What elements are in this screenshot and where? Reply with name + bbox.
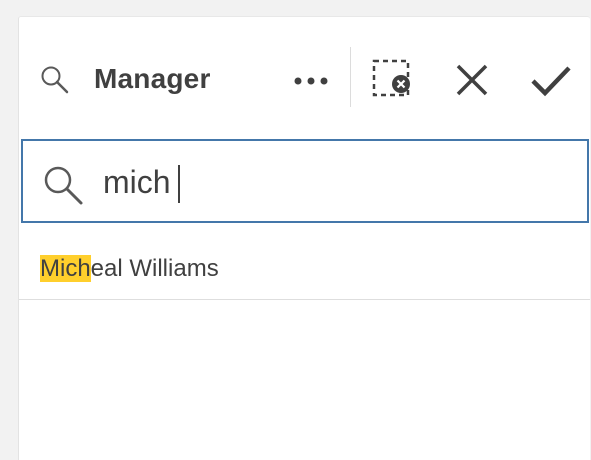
- search-icon[interactable]: [39, 64, 71, 96]
- more-options-button[interactable]: [289, 65, 333, 97]
- list-item-label: Micheal Williams: [40, 253, 219, 285]
- confirm-selection-button[interactable]: [527, 59, 575, 101]
- cancel-selection-button[interactable]: [451, 59, 493, 101]
- text-caret: [178, 165, 180, 203]
- more-horizontal-icon: [294, 77, 328, 85]
- listbox-header: Manager: [19, 17, 590, 137]
- list-item-remainder: eal Williams: [90, 255, 219, 282]
- listbox-panel: Manager mich Micheal Williams: [18, 16, 590, 460]
- clear-selections-icon: [372, 59, 410, 97]
- list-item[interactable]: Micheal Williams: [19, 225, 590, 300]
- clear-selections-button[interactable]: [368, 55, 416, 103]
- header-divider: [350, 47, 351, 107]
- search-match-highlight: Mich: [40, 255, 91, 282]
- search-input[interactable]: [103, 157, 563, 207]
- results-list: Micheal Williams: [19, 225, 590, 300]
- checkmark-icon: [531, 66, 571, 97]
- search-field[interactable]: [21, 139, 589, 223]
- close-icon: [456, 64, 488, 96]
- listbox-title: Manager: [94, 63, 211, 94]
- search-icon: [41, 163, 85, 207]
